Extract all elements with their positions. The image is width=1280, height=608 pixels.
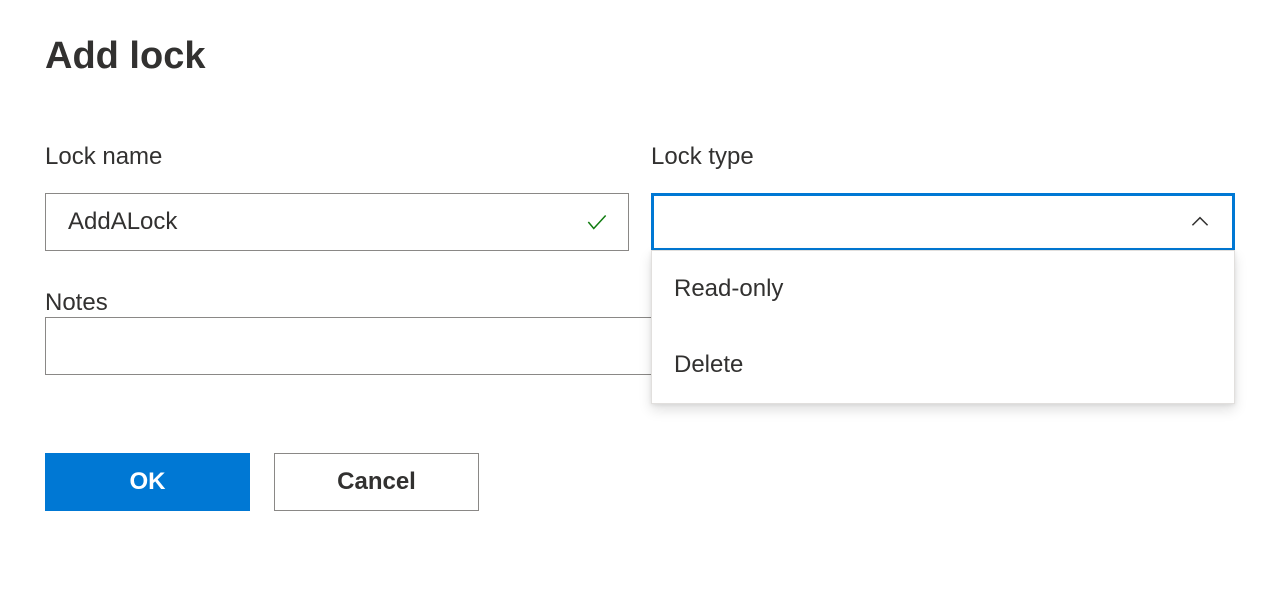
page-title: Add lock <box>45 35 1235 78</box>
lock-type-dropdown: Read-only Delete <box>651 250 1235 404</box>
lock-name-label: Lock name <box>45 143 629 171</box>
lock-name-input[interactable] <box>45 193 629 251</box>
chevron-up-icon <box>1186 208 1214 236</box>
ok-button[interactable]: OK <box>45 453 250 511</box>
notes-label: Notes <box>45 289 108 316</box>
lock-type-select[interactable] <box>651 193 1235 251</box>
lock-type-field-group: Lock type Read-only Delete <box>651 143 1235 251</box>
lock-type-option-delete[interactable]: Delete <box>652 327 1234 403</box>
lock-name-field-group: Lock name <box>45 143 629 251</box>
lock-type-option-read-only[interactable]: Read-only <box>652 251 1234 327</box>
cancel-button[interactable]: Cancel <box>274 453 479 511</box>
checkmark-icon <box>583 208 611 236</box>
lock-type-label: Lock type <box>651 143 1235 171</box>
